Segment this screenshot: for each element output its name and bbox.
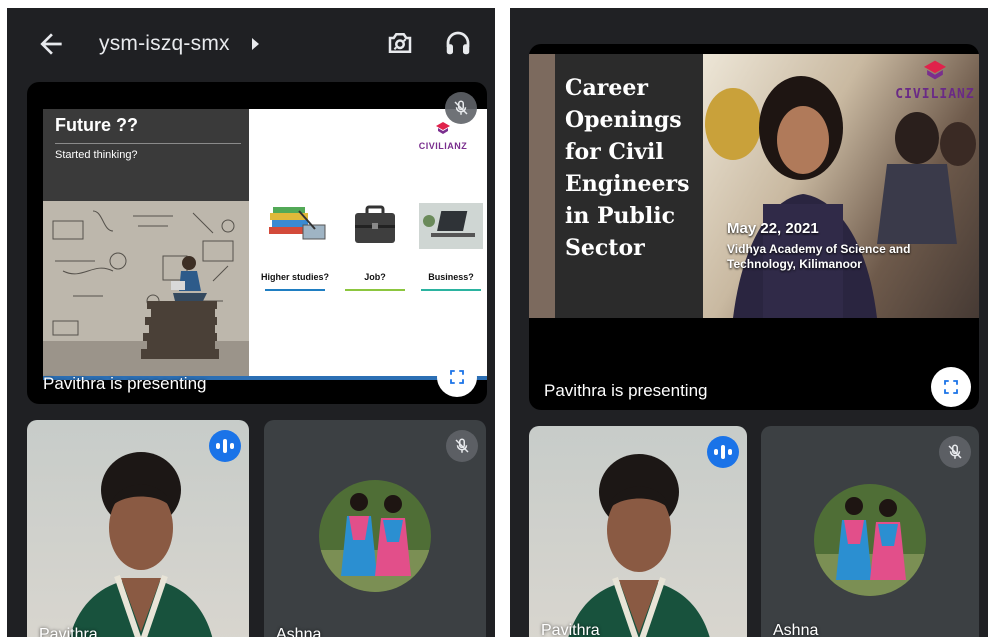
event-venue: Vidhya Academy of Science and Technology,… xyxy=(727,242,911,271)
mic-off-icon xyxy=(445,92,477,124)
shared-slide: Career Openings for Civil Engineers in P… xyxy=(529,54,979,318)
participant-tile-pavithra[interactable]: Pavithra xyxy=(529,426,747,637)
meet-screen-left: ysm-iszq-smx Future ?? Started thinking? xyxy=(7,8,495,637)
participant-video xyxy=(568,454,710,637)
chevron-right-icon[interactable] xyxy=(250,37,260,51)
meet-screen-right: Career Openings for Civil Engineers in P… xyxy=(510,8,988,637)
fullscreen-button[interactable] xyxy=(437,357,477,397)
avatar xyxy=(814,484,926,596)
presenting-status: Pavithra is presenting xyxy=(544,381,708,400)
mic-off-icon xyxy=(446,430,478,462)
slide-options-area: CIVILIANZ Higher studies? Job? Business? xyxy=(249,109,487,377)
avatar xyxy=(319,480,431,592)
meeting-code[interactable]: ysm-iszq-smx xyxy=(99,32,230,56)
fullscreen-icon xyxy=(944,380,958,394)
classroom-photo: May 22, 2021 Vidhya Academy of Science a… xyxy=(703,54,979,318)
slide-left-column: Future ?? Started thinking? xyxy=(43,109,249,377)
slide-title: Career Openings for Civil Engineers in P… xyxy=(565,75,690,261)
participant-name: Pavithra xyxy=(541,622,600,637)
logo-mark-icon xyxy=(436,122,450,134)
shared-slide: Future ?? Started thinking? CIVILIANZ Hi… xyxy=(43,109,487,377)
presenting-status: Pavithra is presenting xyxy=(43,374,207,393)
option-label: Higher studies? xyxy=(260,272,329,282)
top-bar: ysm-iszq-smx xyxy=(7,8,495,80)
slide-subtitle: Started thinking? xyxy=(55,149,138,161)
sketch-illustration xyxy=(43,201,249,377)
participant-name: Ashna xyxy=(276,626,322,637)
presentation-card[interactable]: Career Openings for Civil Engineers in P… xyxy=(529,44,979,410)
slide-title-box: Career Openings for Civil Engineers in P… xyxy=(555,54,703,318)
presentation-card[interactable]: Future ?? Started thinking? CIVILIANZ Hi… xyxy=(27,82,487,404)
participant-tile-pavithra[interactable]: Pavithra xyxy=(27,420,249,637)
option-label: Job? xyxy=(364,272,386,282)
option-business: Business? xyxy=(415,203,487,291)
headset-icon[interactable] xyxy=(443,28,473,58)
civilianz-logo: CIVILIANZ xyxy=(413,121,473,155)
option-job: Job? xyxy=(339,203,411,291)
slide-divider xyxy=(55,143,241,144)
arrow-left-icon[interactable] xyxy=(35,28,67,60)
slide-photo-edge xyxy=(529,54,555,318)
mic-off-icon xyxy=(939,436,971,468)
audio-level-icon xyxy=(209,430,241,462)
option-label: Business? xyxy=(428,272,474,282)
slide-title: Future ?? xyxy=(55,115,138,135)
fullscreen-icon xyxy=(450,370,464,384)
participant-tile-ashna[interactable]: Ashna xyxy=(761,426,979,637)
option-higher-studies: Higher studies? xyxy=(259,203,331,291)
laptop-desk-icon xyxy=(419,203,483,249)
event-date: May 22, 2021 xyxy=(727,220,819,237)
logo-mark-icon xyxy=(924,60,946,80)
participant-video xyxy=(69,452,213,637)
civilianz-logo: CIVILIANZ xyxy=(895,60,975,102)
participant-name: Pavithra xyxy=(39,626,98,637)
participant-name: Ashna xyxy=(773,622,819,637)
camera-switch-icon[interactable] xyxy=(385,28,415,58)
participant-tile-ashna[interactable]: Ashna xyxy=(264,420,486,637)
fullscreen-button[interactable] xyxy=(931,367,971,407)
audio-level-icon xyxy=(707,436,739,468)
briefcase-icon xyxy=(355,205,395,243)
books-icon xyxy=(269,207,326,240)
